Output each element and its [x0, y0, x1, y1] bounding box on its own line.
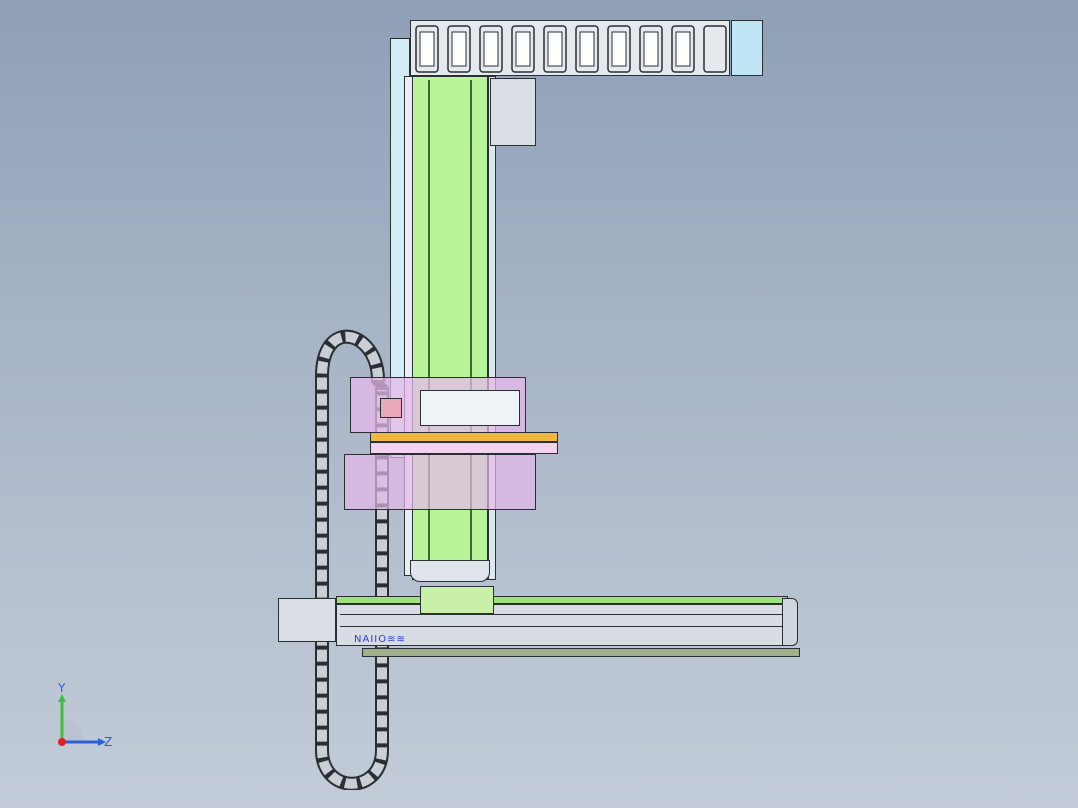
triad-y-label: Y [57, 681, 66, 695]
column-motor [490, 78, 536, 146]
base-plate [362, 648, 800, 657]
x-axis-line-2 [340, 626, 784, 627]
carriage-mount-block [420, 390, 520, 426]
cad-viewport[interactable]: NAIIO≋≋ Y Z [0, 0, 1078, 808]
x-axis-motor [278, 598, 336, 642]
carriage-plate-lower [344, 454, 536, 510]
x-axis-top-strip [336, 596, 788, 604]
orientation-triad[interactable]: Y Z [48, 680, 128, 760]
axis-brand-label: NAIIO≋≋ [354, 634, 406, 645]
x-axis-end-cap [782, 598, 798, 646]
carriage-sensor-block [380, 398, 402, 418]
column-bottom-cap [410, 560, 490, 582]
top-cable-chain-end-bracket [731, 20, 763, 76]
slide-plate-lower [370, 442, 558, 454]
slide-plate [370, 432, 558, 442]
x-axis-line-1 [340, 614, 784, 615]
top-cable-chain-links [415, 25, 727, 73]
triad-z-label: Z [104, 735, 112, 749]
x-axis-slider [420, 586, 494, 614]
